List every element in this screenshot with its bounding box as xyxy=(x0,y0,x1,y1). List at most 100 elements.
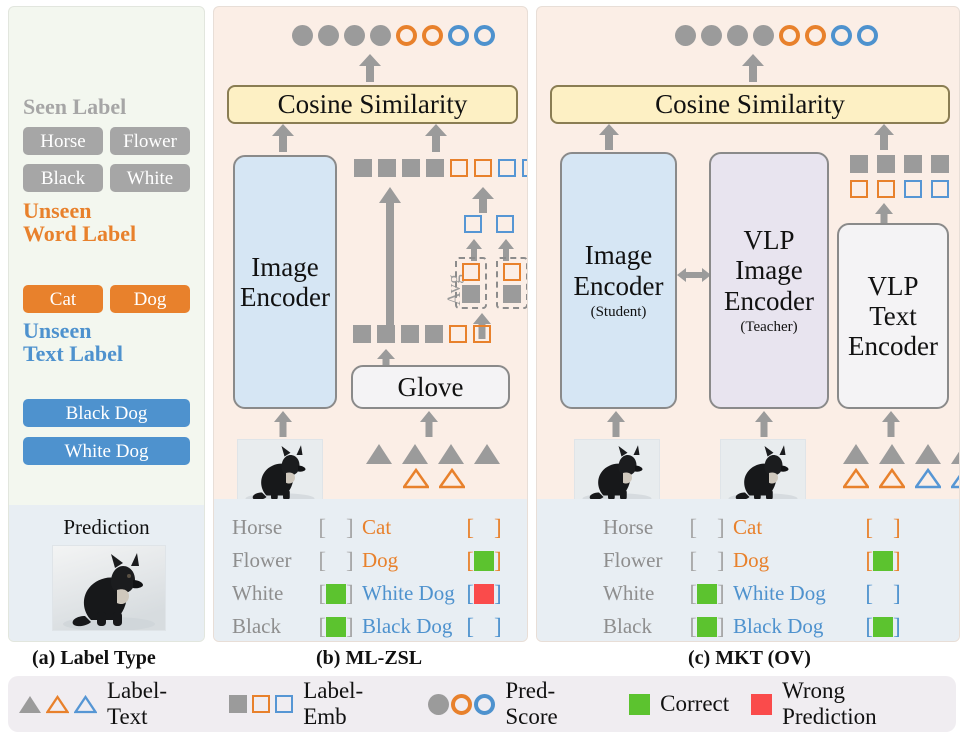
table-row: Black [] Black Dog [] xyxy=(603,610,959,641)
arrow-up-icon xyxy=(420,411,438,437)
label-emb-row-b-top xyxy=(354,159,527,177)
pred-score-circle xyxy=(474,25,495,46)
label-emb-square xyxy=(877,180,895,198)
result-text-marker: [] xyxy=(466,515,502,540)
avg-group-b xyxy=(455,257,527,309)
marker-swatch xyxy=(474,583,494,604)
label-emb-square xyxy=(904,155,922,173)
marker-swatch xyxy=(326,518,346,538)
result-text-marker: [] xyxy=(865,581,901,606)
pred-score-circle xyxy=(727,25,748,46)
label-emb-square xyxy=(503,263,521,281)
pred-score-circle xyxy=(753,25,774,46)
chip-dog[interactable]: Dog xyxy=(110,285,190,313)
pred-score-circle xyxy=(779,25,800,46)
marker-swatch xyxy=(873,616,893,637)
legend-item-label-emb: Label-Emb xyxy=(229,678,406,730)
chip-horse[interactable]: Horse xyxy=(23,127,103,155)
chip-white-dog[interactable]: White Dog xyxy=(23,437,190,465)
legend-square-glyphs xyxy=(229,695,294,713)
chip-flower[interactable]: Flower xyxy=(110,127,190,155)
prediction-title: Prediction xyxy=(63,515,150,539)
label-emb-square xyxy=(402,159,420,177)
result-text-marker: [] xyxy=(865,614,901,639)
chip-black-dog[interactable]: Black Dog xyxy=(23,399,190,427)
legend-item-label-text: Label-Text xyxy=(19,678,207,730)
label-text-triangle xyxy=(951,444,959,464)
arrow-up-icon xyxy=(874,124,894,150)
label-emb-square xyxy=(449,325,467,343)
table-row: Flower [] Dog [] xyxy=(603,544,959,577)
results-list-b: Horse [] Cat [] Flower [] Dog [] White … xyxy=(232,511,527,641)
chip-cat[interactable]: Cat xyxy=(23,285,103,313)
results-strip-c: Horse [] Cat [] Flower [] Dog [] White … xyxy=(537,499,959,641)
marker-swatch xyxy=(697,551,717,571)
glove-box: Glove xyxy=(351,365,510,409)
label-text-triangle xyxy=(843,444,869,464)
arrow-up-icon xyxy=(472,187,494,213)
caption-b: (b) ML-ZSL xyxy=(316,647,423,669)
chip-white-dog-label: White Dog xyxy=(64,440,149,462)
legend-correct-caption: Correct xyxy=(660,691,730,716)
result-text: Dog xyxy=(733,548,770,572)
pred-score-circle xyxy=(344,25,365,46)
prediction-image xyxy=(52,545,166,631)
result-text: White Dog xyxy=(362,581,455,605)
result-name: Flower xyxy=(603,548,663,572)
cosine-similarity-box-b: Cosine Similarity xyxy=(227,85,518,124)
panel-ml-zsl: Cosine Similarity Image Encoder Avg Glov… xyxy=(213,6,528,642)
chip-white-label: White xyxy=(126,167,174,189)
marker-swatch xyxy=(474,617,494,637)
label-text-triangle xyxy=(74,694,97,714)
panel-label-type: Seen Label Horse Flower Black White Unse… xyxy=(8,6,205,642)
legend-item-pred-score: Pred-Score xyxy=(428,678,607,730)
result-text: Black Dog xyxy=(733,614,824,638)
arrow-up-icon xyxy=(882,411,900,437)
label-emb-square xyxy=(850,155,868,173)
label-emb-square xyxy=(354,159,372,177)
unseen-word-title-line1: Unseen xyxy=(23,198,92,223)
vlp-image-encoder-line2: Image xyxy=(735,255,803,286)
unseen-word-title-line2: Word Label xyxy=(23,221,137,247)
marker-swatch xyxy=(326,583,346,604)
image-encoder-student-box: Image Encoder (Student) xyxy=(560,152,677,409)
label-emb-square xyxy=(522,159,527,177)
label-emb-square xyxy=(904,180,922,198)
marker-swatch xyxy=(474,550,494,571)
legend-item-correct: Correct xyxy=(629,691,729,717)
caption-a: (a) Label Type xyxy=(32,647,156,669)
label-emb-square xyxy=(503,285,521,303)
image-encoder-line1: Image xyxy=(584,240,653,271)
chip-white[interactable]: White xyxy=(110,164,190,192)
image-encoder-sub: (Student) xyxy=(590,303,647,320)
marker-swatch xyxy=(873,550,893,571)
arrow-up-icon xyxy=(425,124,447,152)
pred-score-circle xyxy=(396,25,417,46)
table-row: Flower [] Dog [] xyxy=(232,544,527,577)
vlp-image-encoder-teacher-box: VLP Image Encoder (Teacher) xyxy=(709,152,829,409)
result-name: Flower xyxy=(232,548,292,572)
glove-label: Glove xyxy=(397,371,464,402)
label-emb-row-c-bottom xyxy=(850,180,949,198)
chip-black-dog-label: Black Dog xyxy=(65,402,148,424)
arrow-up-icon xyxy=(274,411,292,437)
label-emb-square xyxy=(474,159,492,177)
label-emb-square xyxy=(877,155,895,173)
legend-pred-score-caption: Pred-Score xyxy=(505,678,558,729)
label-emb-square xyxy=(229,695,248,713)
label-emb-square xyxy=(252,695,271,713)
label-text-triangle xyxy=(915,444,941,464)
label-emb-square xyxy=(462,263,480,281)
label-text-row-b-outline xyxy=(401,467,467,494)
figure-root: Seen Label Horse Flower Black White Unse… xyxy=(0,0,966,743)
label-emb-square xyxy=(496,215,514,233)
pred-score-circle xyxy=(675,25,696,46)
result-name: Black xyxy=(232,614,281,638)
result-text-marker: [] xyxy=(865,548,901,573)
bidirectional-arrow-icon xyxy=(677,265,711,290)
result-name: White xyxy=(603,581,655,605)
arrow-up-icon xyxy=(599,124,619,150)
chip-black[interactable]: Black xyxy=(23,164,103,192)
arrow-up-icon xyxy=(359,54,381,82)
label-emb-square xyxy=(462,285,480,303)
